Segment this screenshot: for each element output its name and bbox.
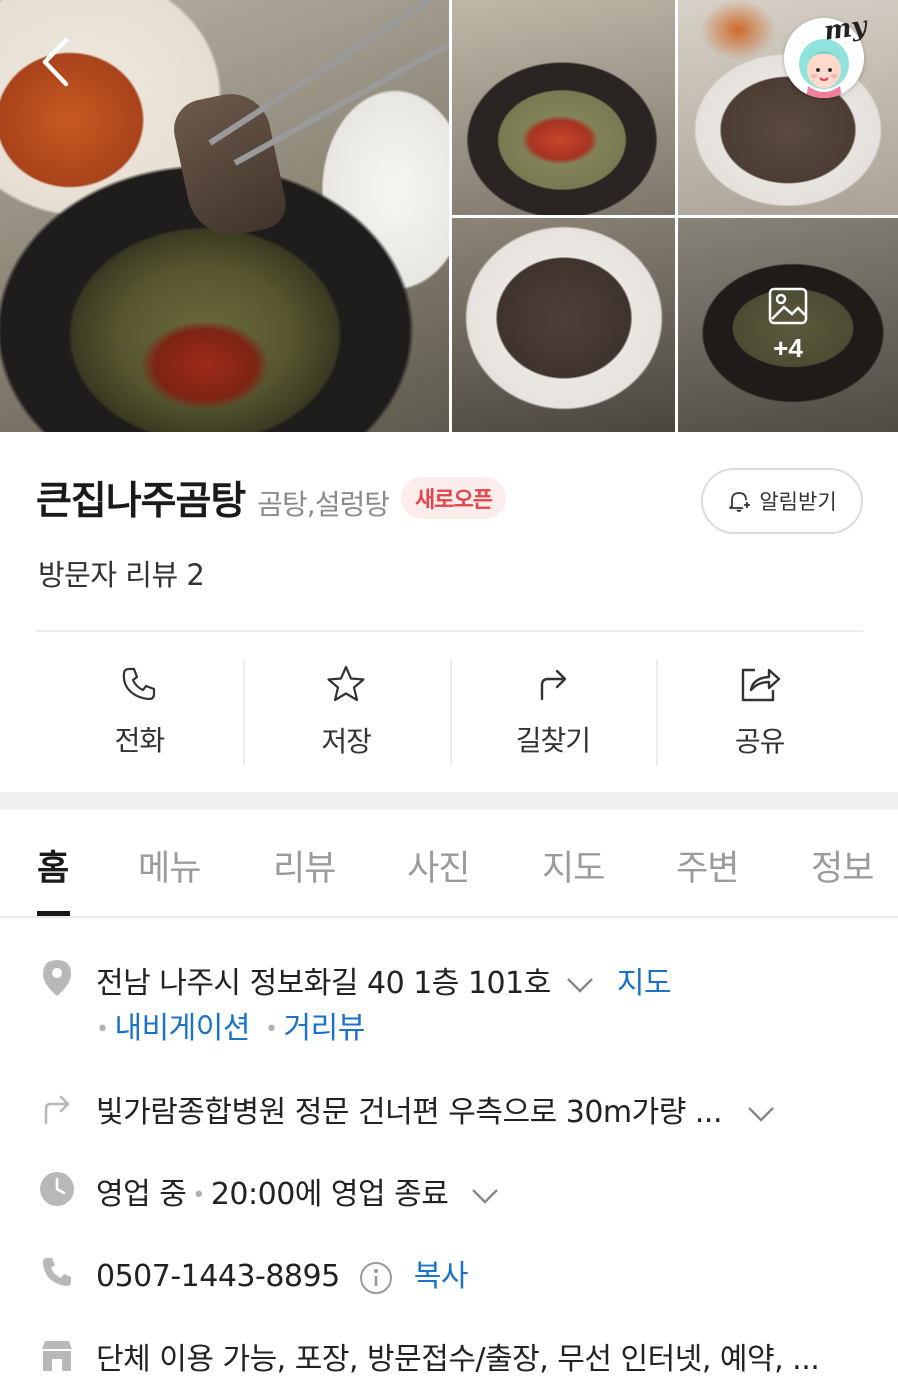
dot-separator: • [192,1183,205,1208]
phone-icon [38,1252,76,1292]
chevron-left-icon [42,37,69,87]
chevron-down-icon[interactable] [566,976,594,994]
share-label: 공유 [734,725,786,758]
directions-label: 길찾기 [515,724,591,757]
copy-phone-link[interactable]: 복사 [414,1259,469,1294]
tab-home[interactable]: 홈 [37,840,69,891]
more-photos-overlay[interactable]: +4 [678,218,898,432]
visitor-review-count[interactable]: 방문자 리뷰 2 [38,552,205,594]
amenities-text: 단체 이용 가능, 포장, 방문접수/출장, 무선 인터넷, 예약, ... [96,1342,820,1377]
amenities-row[interactable]: 단체 이용 가능, 포장, 방문접수/출장, 무선 인터넷, 예약, ... [96,1334,820,1378]
bell-plus-icon [729,492,753,512]
star-icon [327,665,365,702]
info-circle-icon[interactable] [359,1261,393,1295]
chevron-down-icon[interactable] [747,1105,775,1123]
spice-graphic [140,320,270,410]
title-row: 큰집나주곰탕 곰탕,설렁탕 새로오픈 [36,470,506,526]
phone-icon [123,667,156,701]
phone-number[interactable]: 0507-1443-8895 [96,1259,340,1294]
photo-thumb-1[interactable] [452,0,675,215]
chopstick-graphic [208,0,449,146]
save-label: 저장 [321,725,372,758]
back-button[interactable] [28,30,82,94]
tab-review[interactable]: 리뷰 [273,840,336,891]
directions-button[interactable]: 길찾기 [449,632,657,792]
store-icon [38,1336,76,1376]
chopstick-graphic [233,19,449,166]
address-links-row: • 내비게이션 • 거리뷰 [96,1003,365,1047]
active-tab-indicator [37,911,70,916]
navigation-link[interactable]: 내비게이션 [114,1011,250,1046]
photo-thumb-more[interactable]: +4 [678,218,898,432]
address-text: 전남 나주시 정보화길 40 1층 101호 [96,966,551,1001]
directions-row[interactable]: 빛가람종합병원 정문 건너편 우측으로 30m가량 ... [96,1087,775,1131]
notify-label: 알림받기 [759,490,837,514]
action-bar: 전화 저장 길찾기 공유 [36,632,863,792]
image-icon [768,287,808,329]
street-view-link[interactable]: 거리뷰 [284,1011,366,1046]
place-name: 큰집나주곰탕 [36,479,246,524]
my-label: my [822,11,869,47]
more-photos-count: +4 [773,332,803,363]
business-status: 영업 중 [96,1177,187,1212]
tab-nearby[interactable]: 주변 [676,840,739,891]
share-icon [741,668,780,702]
hours-row[interactable]: 영업 중 • 20:00에 영업 종료 [96,1169,499,1213]
dot-separator: • [96,1017,109,1042]
save-button[interactable]: 저장 [242,632,450,792]
photo-thumb-3[interactable] [452,218,675,432]
directions-icon [540,669,567,701]
route-icon [38,1088,76,1128]
address-row: 전남 나주시 정보화길 40 1층 101호 지도 [96,958,672,1002]
new-open-badge: 새로오픈 [400,477,506,519]
tab-map[interactable]: 지도 [542,840,605,891]
tab-photo[interactable]: 사진 [407,840,470,891]
tab-menu[interactable]: 메뉴 [138,840,201,891]
notify-button[interactable]: 알림받기 [701,468,863,534]
clock-icon [38,1169,76,1209]
section-gap [0,792,898,810]
call-button[interactable]: 전화 [36,632,243,792]
location-pin-icon [38,958,76,998]
chevron-down-icon[interactable] [471,1187,499,1205]
map-link[interactable]: 지도 [617,966,672,1001]
tab-info[interactable]: 정보 [811,840,874,891]
photo-gallery: +4 my [0,0,898,432]
tab-bar: 홈 메뉴 리뷰 사진 지도 주변 정보 [0,810,898,918]
dot-separator: • [265,1017,278,1042]
meat-slice-graphic [168,86,291,244]
phone-row: 0507-1443-8895 복사 [96,1251,469,1295]
call-label: 전화 [114,724,166,757]
share-button[interactable]: 공유 [656,632,863,792]
place-category: 곰탕,설렁탕 [257,488,390,521]
closing-time: 20:00에 영업 종료 [210,1177,449,1212]
directions-text: 빛가람종합병원 정문 건너편 우측으로 30m가량 ... [96,1095,723,1130]
